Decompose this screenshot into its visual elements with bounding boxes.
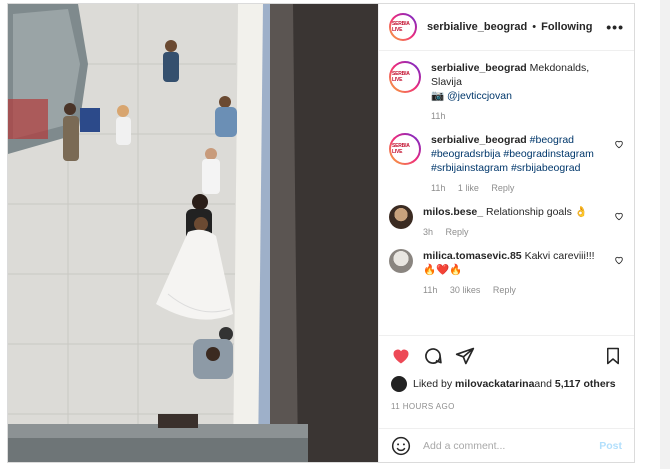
post-photo[interactable] xyxy=(8,4,378,462)
heart-icon[interactable] xyxy=(614,139,624,149)
comment-username[interactable]: serbialive_beograd xyxy=(431,134,527,146)
post-header: SERBIA LIVE serbialive_beograd • Followi… xyxy=(379,4,634,51)
comment-meta: 11h 1 like Reply xyxy=(431,181,606,195)
user-comment: milica.tomasevic.85 Kakvi careviii!!! 🔥❤… xyxy=(379,239,634,297)
comment-likes[interactable]: 1 like xyxy=(458,183,479,193)
comment-text: Relationship goals 👌 xyxy=(483,206,588,218)
comment-avatar[interactable]: SERBIA LIVE xyxy=(389,61,421,93)
add-comment-bar: Add a comment... Post xyxy=(379,428,634,462)
comment-body: milos.bese_ Relationship goals 👌 3h Repl… xyxy=(423,205,598,239)
hashtag-comment: SERBIA LIVE serbialive_beograd #beograd … xyxy=(379,123,634,195)
more-icon[interactable]: ••• xyxy=(606,19,624,35)
comment-avatar[interactable] xyxy=(389,249,413,273)
comment-likes[interactable]: 30 likes xyxy=(450,285,481,295)
serbia-live-logo: SERBIA LIVE xyxy=(391,15,415,39)
likes-middle: and xyxy=(534,378,552,390)
likes-summary: Liked by milovackatarina and 5,117 other… xyxy=(391,376,616,392)
comment-meta: 3h Reply xyxy=(423,225,598,239)
heart-icon[interactable] xyxy=(614,255,624,265)
comment-username[interactable]: milica.tomasevic.85 xyxy=(423,250,522,262)
following-button[interactable]: Following xyxy=(541,21,592,33)
post-button[interactable]: Post xyxy=(599,440,622,452)
serbia-live-logo: SERBIA LIVE xyxy=(391,135,419,163)
comment-avatar[interactable]: SERBIA LIVE xyxy=(389,133,421,165)
comment-avatar[interactable] xyxy=(389,205,413,229)
comment-time[interactable]: 3h xyxy=(423,227,433,237)
mention-link[interactable]: @jevticcjovan xyxy=(447,90,512,102)
user-comment: milos.bese_ Relationship goals 👌 3h Repl… xyxy=(379,195,634,239)
comments-list[interactable]: SERBIA LIVE serbialive_beograd Mekdonald… xyxy=(379,51,634,334)
liker-avatar[interactable] xyxy=(391,376,407,392)
heart-icon[interactable] xyxy=(614,211,624,221)
post-timestamp[interactable]: 11 HOURS AGO xyxy=(391,402,455,411)
comment-meta: 11h 30 likes Reply xyxy=(423,283,598,297)
likes-count[interactable]: 5,117 others xyxy=(555,378,616,390)
comment-username[interactable]: serbialive_beograd xyxy=(431,62,527,74)
emoji-icon[interactable] xyxy=(391,436,411,456)
profile-avatar[interactable]: SERBIA LIVE xyxy=(389,13,417,41)
comment-time[interactable]: 11h xyxy=(431,183,445,193)
reply-button[interactable]: Reply xyxy=(493,285,516,295)
liker-username[interactable]: milovackatarina xyxy=(455,378,534,390)
camera-icon: 📷 xyxy=(431,90,447,102)
comment-time[interactable]: 11h xyxy=(431,111,445,121)
caption-comment: SERBIA LIVE serbialive_beograd Mekdonald… xyxy=(379,51,634,123)
separator-dot: • xyxy=(532,21,537,33)
wedding-photo-illustration xyxy=(8,4,378,462)
action-bar xyxy=(379,335,634,376)
share-icon[interactable] xyxy=(455,346,475,366)
serbia-live-logo: SERBIA LIVE xyxy=(391,63,419,91)
header-username[interactable]: serbialive_beograd xyxy=(427,21,527,33)
comment-time[interactable]: 11h xyxy=(423,285,437,295)
comment-body: serbialive_beograd #beograd #beogradsrbi… xyxy=(431,133,606,195)
reply-button[interactable]: Reply xyxy=(491,183,514,193)
bookmark-icon[interactable] xyxy=(604,347,622,365)
comment-body: serbialive_beograd Mekdonalds, Slavija 📷… xyxy=(431,61,606,123)
likes-prefix: Liked by xyxy=(413,378,453,390)
comment-meta: 11h xyxy=(431,109,606,123)
comment-username[interactable]: milos.bese_ xyxy=(423,206,483,218)
comment-body: milica.tomasevic.85 Kakvi careviii!!! 🔥❤… xyxy=(423,249,598,297)
instagram-post: SERBIA LIVE serbialive_beograd • Followi… xyxy=(7,3,635,463)
comment-input[interactable]: Add a comment... xyxy=(423,440,599,452)
reply-button[interactable]: Reply xyxy=(446,227,469,237)
page-scrollbar[interactable] xyxy=(660,0,670,469)
liked-heart-icon[interactable] xyxy=(391,346,411,366)
comment-icon[interactable] xyxy=(423,346,443,366)
post-side-panel: SERBIA LIVE serbialive_beograd • Followi… xyxy=(378,4,634,462)
